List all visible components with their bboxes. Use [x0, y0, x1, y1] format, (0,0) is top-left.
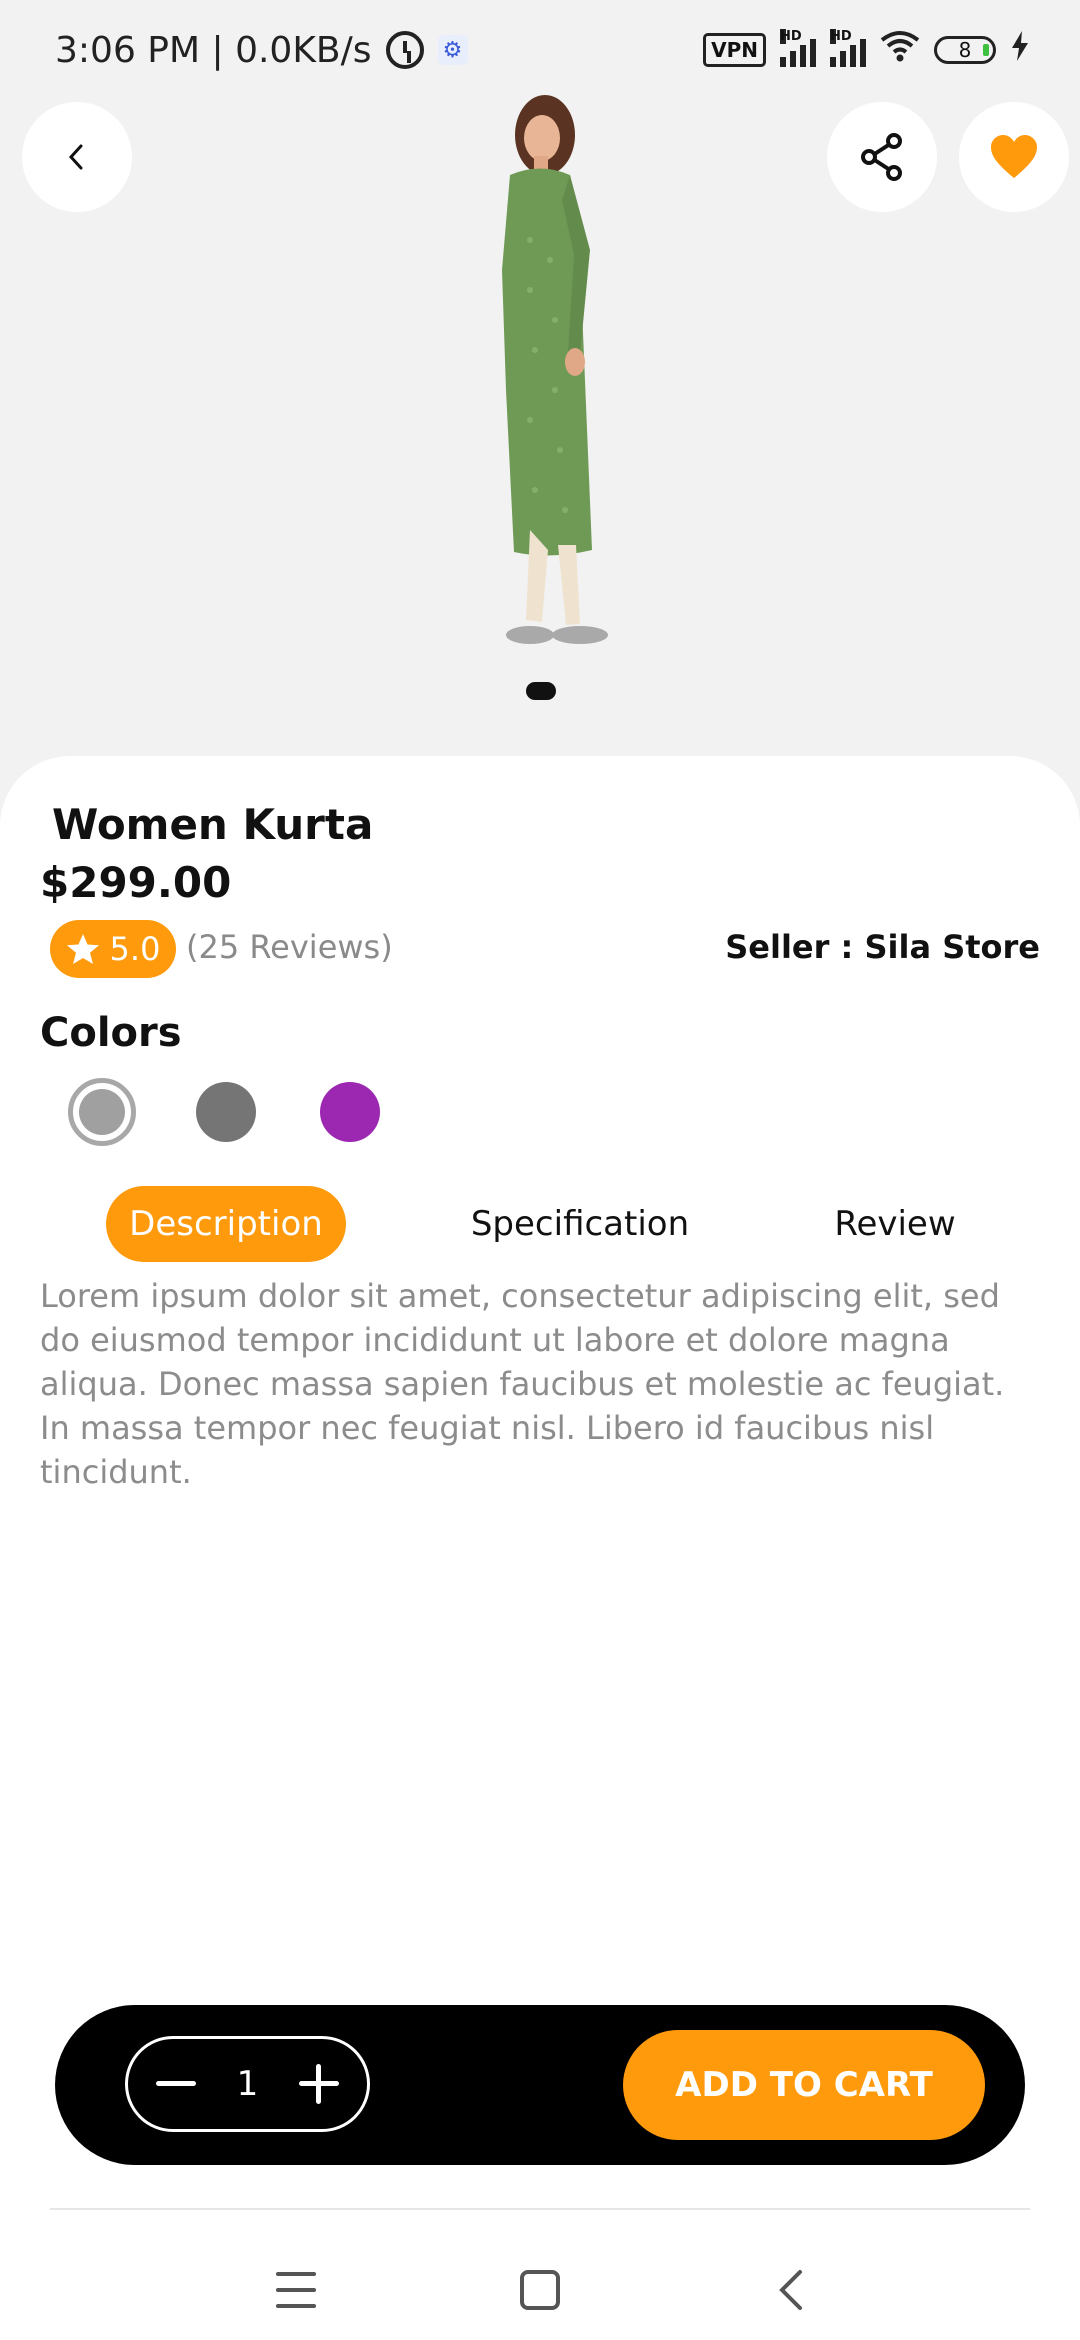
increase-quantity-button[interactable] — [297, 2062, 341, 2106]
vpn-icon: VPN — [703, 33, 766, 67]
tab-review[interactable]: Review — [820, 1186, 970, 1262]
status-bar: 3:06 PM | 0.0KB/s ⚙ VPN HD HD 8 — [0, 0, 1080, 100]
decrease-quantity-button[interactable] — [154, 2062, 198, 2106]
star-icon — [66, 934, 99, 964]
quantity-stepper: 1 — [125, 2036, 370, 2132]
tab-description[interactable]: Description — [106, 1186, 346, 1262]
add-to-cart-button[interactable]: ADD TO CART — [623, 2030, 985, 2140]
home-icon[interactable] — [520, 2270, 560, 2310]
divider — [50, 2208, 1030, 2210]
back-button[interactable] — [22, 102, 132, 212]
signal-icon-2: HD — [830, 29, 866, 67]
recent-apps-icon[interactable] — [276, 2272, 316, 2308]
status-left: 3:06 PM | 0.0KB/s ⚙ — [55, 30, 468, 71]
back-nav-icon[interactable] — [772, 2268, 812, 2312]
reviews-count[interactable]: (25 Reviews) — [186, 928, 393, 966]
rating-value: 5.0 — [109, 930, 161, 968]
battery-icon: 8 — [934, 36, 996, 64]
heart-icon — [991, 135, 1037, 178]
product-description: Lorem ipsum dolor sit amet, consectetur … — [40, 1277, 1005, 1491]
tab-specification[interactable]: Specification — [460, 1186, 700, 1262]
hd-label: HD — [780, 29, 802, 44]
system-nav-bar — [0, 2220, 1080, 2340]
product-title: Women Kurta — [52, 800, 374, 849]
colors-label: Colors — [40, 1010, 182, 1056]
status-right: VPN HD HD 8 — [703, 29, 1030, 71]
color-swatch-purple[interactable] — [320, 1082, 380, 1142]
cart-bar: 1 ADD TO CART — [55, 2005, 1025, 2165]
share-button[interactable] — [827, 102, 937, 212]
hd-label-2: HD — [830, 29, 852, 44]
favorite-button[interactable] — [959, 102, 1069, 212]
signal-icon: HD — [780, 29, 816, 67]
product-price: $299.00 — [40, 858, 232, 907]
rating-badge: 5.0 — [50, 920, 176, 978]
quantity-value: 1 — [236, 2064, 259, 2104]
color-swatch-gray-selected[interactable] — [68, 1078, 136, 1146]
image-page-indicator[interactable] — [526, 682, 556, 700]
color-swatch-dark-gray[interactable] — [196, 1082, 256, 1142]
alarm-icon — [385, 31, 424, 69]
share-icon — [861, 133, 902, 181]
wifi-icon — [880, 30, 920, 71]
product-hero: 3:06 PM | 0.0KB/s ⚙ VPN HD HD 8 — [0, 0, 1080, 760]
seller-name[interactable]: Seller : Sila Store — [725, 928, 1040, 966]
settings-notification-icon: ⚙ — [437, 35, 468, 65]
status-time: 3:06 PM | 0.0KB/s — [55, 29, 372, 71]
charging-icon — [1010, 31, 1030, 69]
product-image — [502, 95, 608, 644]
chevron-left-icon — [68, 144, 83, 170]
